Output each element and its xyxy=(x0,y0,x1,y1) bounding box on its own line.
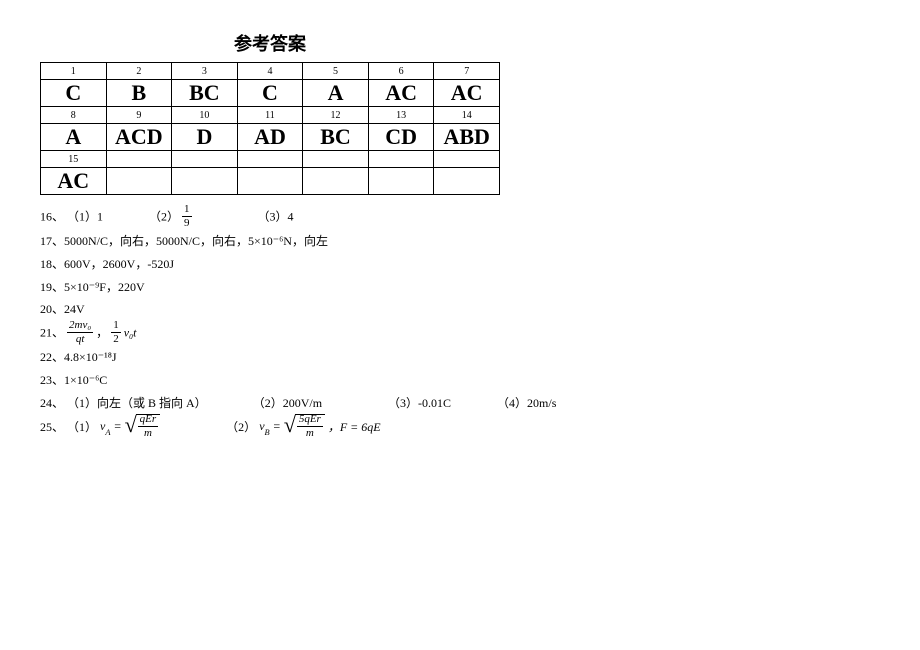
q-number: 12 xyxy=(303,107,369,124)
q-label: 19、 xyxy=(40,280,64,294)
answer-line: 17、5000N/C，向右，5000N/C，向右，5×10⁻⁶N，向左 xyxy=(40,230,880,253)
answer-line: 19、5×10⁻⁹F，220V xyxy=(40,276,880,299)
answer-line: 23、1×10⁻⁶C xyxy=(40,369,880,392)
answer-line: 16、 （1）1 （2） 1 9 （3）4 xyxy=(40,205,880,230)
q-answer: BC xyxy=(172,80,238,107)
answer-line: 20、24V xyxy=(40,298,880,321)
q-answer: AC xyxy=(434,80,500,107)
q-number: 14 xyxy=(434,107,500,124)
q-number: 13 xyxy=(368,107,434,124)
q-number: 15 xyxy=(41,151,107,168)
table-row: 8 9 10 11 12 13 14 xyxy=(41,107,500,124)
q-answer: BC xyxy=(303,124,369,151)
q-number xyxy=(434,151,500,168)
q-part: （1）向左（或 B 指向 A） xyxy=(67,396,207,410)
q-number xyxy=(237,151,303,168)
q-number xyxy=(368,151,434,168)
fraction: 1 9 xyxy=(182,204,192,229)
q-answer xyxy=(434,168,500,195)
q-answer xyxy=(303,168,369,195)
q-label: 16、 xyxy=(40,209,64,223)
sqrt: √ 5qEr m xyxy=(284,414,325,440)
q-part: （2） xyxy=(226,419,256,433)
q-answer: A xyxy=(41,124,107,151)
q-number: 10 xyxy=(172,107,238,124)
q-tail: ，F = 6qE xyxy=(328,419,381,433)
q-number xyxy=(106,151,172,168)
q-number: 11 xyxy=(237,107,303,124)
table-row: C B BC C A AC AC xyxy=(41,80,500,107)
q-number: 2 xyxy=(106,63,172,80)
q-part: （1） xyxy=(67,419,97,433)
q-label: 21、 xyxy=(40,325,64,339)
q-text: 600V，2600V，-520J xyxy=(64,257,174,271)
fraction: 2mv₀ qt xyxy=(67,320,93,345)
q-answer: ABD xyxy=(434,124,500,151)
answer-line: 18、600V，2600V，-520J xyxy=(40,253,880,276)
q-text: 1×10⁻⁶C xyxy=(64,373,107,387)
q-answer xyxy=(106,168,172,195)
q-answer: AD xyxy=(237,124,303,151)
answer-line: 25、 （1） vA = √ qEr m （2） vB = √ 5q xyxy=(40,415,880,441)
answer-line: 21、 2mv₀ qt ， 1 2 v₀t xyxy=(40,321,880,346)
q-answer: C xyxy=(237,80,303,107)
table-row: 1 2 3 4 5 6 7 xyxy=(41,63,500,80)
q-label: 22、 xyxy=(40,350,64,364)
q-label: 23、 xyxy=(40,373,64,387)
q-label: 24、 xyxy=(40,396,64,410)
q-number xyxy=(172,151,238,168)
q-answer: ACD xyxy=(106,124,172,151)
equation-lhs: vB = xyxy=(259,419,284,433)
q-number: 9 xyxy=(106,107,172,124)
q-answer xyxy=(172,168,238,195)
table-row: AC xyxy=(41,168,500,195)
q-label: 20、 xyxy=(40,302,64,316)
q-answer xyxy=(237,168,303,195)
q-answer: C xyxy=(41,80,107,107)
q-tail: v₀t xyxy=(124,325,137,339)
table-row: 15 xyxy=(41,151,500,168)
q-label: 25、 xyxy=(40,419,64,433)
equation-lhs: vA = xyxy=(100,419,125,433)
separator: ， xyxy=(96,325,108,339)
q-number: 3 xyxy=(172,63,238,80)
answer-line: 22、4.8×10⁻¹⁸J xyxy=(40,346,880,369)
q-part: （1）1 xyxy=(67,209,103,223)
sqrt: √ qEr m xyxy=(125,414,161,440)
q-answer: B xyxy=(106,80,172,107)
q-number: 4 xyxy=(237,63,303,80)
q-label: 18、 xyxy=(40,257,64,271)
answer-table: 1 2 3 4 5 6 7 C B BC C A AC AC 8 9 10 11… xyxy=(40,62,500,195)
written-answers: 16、 （1）1 （2） 1 9 （3）4 17、5000N/C，向右，5000… xyxy=(40,205,880,441)
q-number: 7 xyxy=(434,63,500,80)
q-number: 1 xyxy=(41,63,107,80)
page-title: 参考答案 xyxy=(40,30,500,56)
q-number: 8 xyxy=(41,107,107,124)
q-text: 5×10⁻⁹F，220V xyxy=(64,280,145,294)
q-answer: A xyxy=(303,80,369,107)
q-part: （2）200V/m xyxy=(253,396,322,410)
table-row: A ACD D AD BC CD ABD xyxy=(41,124,500,151)
q-number xyxy=(303,151,369,168)
q-answer: AC xyxy=(41,168,107,195)
answer-line: 24、 （1）向左（或 B 指向 A） （2）200V/m （3）-0.01C … xyxy=(40,392,880,415)
q-label: 17、 xyxy=(40,234,64,248)
q-text: 5000N/C，向右，5000N/C，向右，5×10⁻⁶N，向左 xyxy=(64,234,328,248)
q-number: 5 xyxy=(303,63,369,80)
q-answer: CD xyxy=(368,124,434,151)
q-number: 6 xyxy=(368,63,434,80)
q-text: 4.8×10⁻¹⁸J xyxy=(64,350,117,364)
q-part: （3）-0.01C xyxy=(388,396,451,410)
q-part: （3）4 xyxy=(258,209,294,223)
q-text: 24V xyxy=(64,302,85,316)
q-part: （2） xyxy=(149,209,179,223)
q-answer: D xyxy=(172,124,238,151)
q-part: （4）20m/s xyxy=(497,396,556,410)
q-answer: AC xyxy=(368,80,434,107)
q-answer xyxy=(368,168,434,195)
fraction: 1 2 xyxy=(111,320,121,345)
